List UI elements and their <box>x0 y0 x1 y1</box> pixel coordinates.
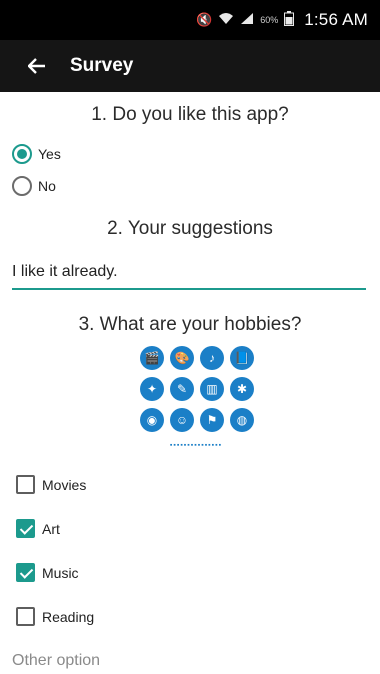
radio-option-yes[interactable]: Yes <box>12 144 61 164</box>
hobbies-illustration: 🎬 🎨 ♪ 📘 ✦ ✎ ▥ ✱ ◉ ☺ ⚑ ◍ ▪▪▪▪▪▪▪▪▪▪▪▪▪▪▪ <box>134 342 258 454</box>
question-1-title: 1. Do you like this app? <box>91 104 289 125</box>
signal-icon <box>240 12 254 28</box>
hobbies-caption-icons: ▪▪▪▪▪▪▪▪▪▪▪▪▪▪▪ <box>169 442 223 449</box>
checkbox-option-music[interactable]: Music <box>16 563 79 582</box>
mute-icon: 🔇 <box>196 12 213 27</box>
radio-option-no[interactable]: No <box>12 176 56 196</box>
checkbox-option-reading[interactable]: Reading <box>16 607 94 626</box>
checkbox-label: Music <box>42 564 79 581</box>
radio-button-yes[interactable] <box>12 144 32 164</box>
drama-icon: ☺ <box>170 408 194 432</box>
other-option-input[interactable] <box>12 648 366 674</box>
suggestions-input[interactable] <box>12 256 366 290</box>
network-icon: ✱ <box>230 377 254 401</box>
battery-icon <box>284 11 295 29</box>
checkbox-label: Movies <box>42 476 87 493</box>
question-2-title: 2. Your suggestions <box>107 218 273 239</box>
checkbox-art[interactable] <box>16 519 35 538</box>
sports-icon: ⚑ <box>200 408 224 432</box>
checkbox-movies[interactable] <box>16 475 35 494</box>
wifi-icon <box>218 12 234 28</box>
music-icon: ♪ <box>200 346 224 370</box>
back-arrow-icon[interactable] <box>15 44 59 88</box>
palette-icon: 🎨 <box>170 346 194 370</box>
checkbox-label: Art <box>42 520 60 537</box>
open-book-icon: ▥ <box>200 377 224 401</box>
question-3-title: 3. What are your hobbies? <box>78 314 302 335</box>
page-title: Survey <box>70 55 134 76</box>
app-bar: Survey <box>0 40 380 92</box>
camera-icon: ◉ <box>140 408 164 432</box>
radio-option-label: Yes <box>38 146 61 162</box>
radio-button-no[interactable] <box>12 176 32 196</box>
checkbox-reading[interactable] <box>16 607 35 626</box>
status-bar: 🔇 60% 1:56 AM <box>0 0 380 40</box>
globe-icon: ◍ <box>230 408 254 432</box>
checkbox-option-movies[interactable]: Movies <box>16 475 86 494</box>
status-time: 1:56 AM <box>304 10 368 29</box>
brush-icon: ✎ <box>170 377 194 401</box>
checkbox-music[interactable] <box>16 563 35 582</box>
movie-icon: 🎬 <box>140 346 164 370</box>
gamepad-icon: ✦ <box>140 377 164 401</box>
battery-percent: 60% <box>260 15 279 25</box>
checkbox-label: Reading <box>42 608 95 625</box>
checkbox-option-art[interactable]: Art <box>16 519 60 538</box>
radio-option-label: No <box>38 178 56 194</box>
book-icon: 📘 <box>230 346 254 370</box>
